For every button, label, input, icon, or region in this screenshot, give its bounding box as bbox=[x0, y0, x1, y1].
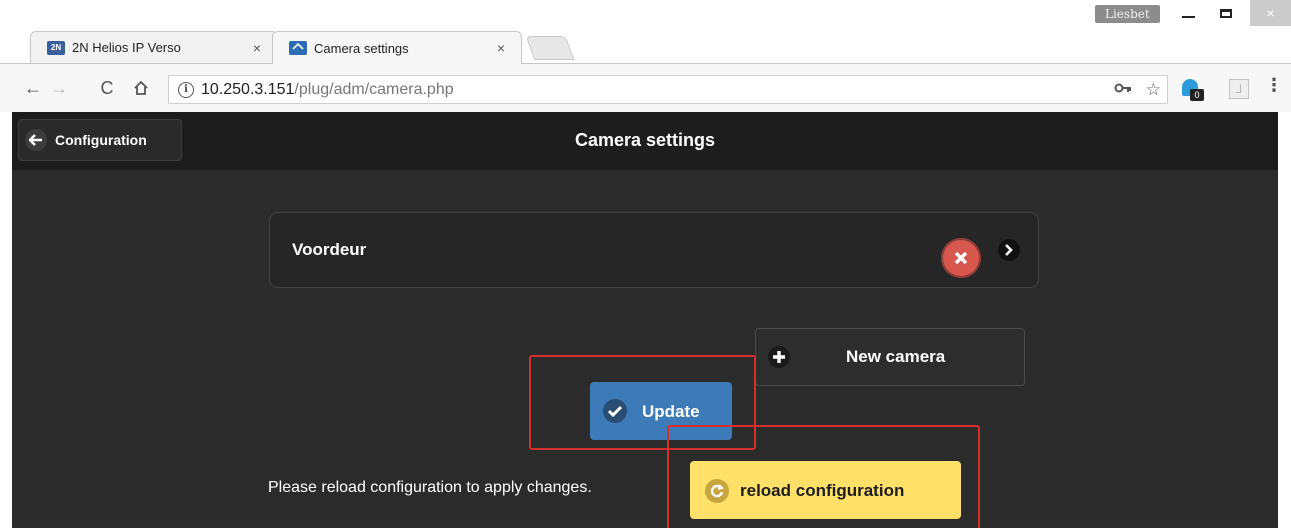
app-page: Configuration Camera settings Voordeur N… bbox=[12, 112, 1291, 528]
close-icon: × bbox=[1266, 5, 1275, 21]
tab-close-icon[interactable]: × bbox=[247, 40, 267, 56]
window-close-button[interactable]: × bbox=[1250, 0, 1291, 26]
app-header: Configuration Camera settings bbox=[12, 112, 1278, 170]
browser-toolbar: ← → C i 10.250.3.151/plug/adm/camera.php… bbox=[0, 63, 1291, 112]
url-path: /plug/adm/camera.php bbox=[294, 80, 454, 98]
profile-button[interactable]: Liesbet bbox=[1095, 5, 1160, 23]
forward-arrow-icon[interactable]: → bbox=[48, 77, 70, 99]
back-arrow-icon[interactable]: ← bbox=[22, 77, 44, 99]
minimize-button[interactable] bbox=[1170, 0, 1207, 26]
reload-icon[interactable]: C bbox=[96, 77, 118, 99]
extension-badge: 0 bbox=[1190, 89, 1204, 101]
key-icon[interactable] bbox=[1114, 80, 1132, 100]
camera-list-item[interactable]: Voordeur bbox=[269, 212, 1039, 288]
pdf-extension-icon[interactable]: ⅃ bbox=[1229, 77, 1251, 99]
browser-menu-icon[interactable]: ⋮ bbox=[1265, 75, 1283, 96]
page-title: Camera settings bbox=[574, 130, 716, 150]
page-right-margin bbox=[1278, 112, 1291, 528]
star-icon[interactable]: ☆ bbox=[1146, 80, 1161, 100]
new-tab-button[interactable] bbox=[525, 36, 575, 60]
info-icon[interactable]: i bbox=[178, 81, 194, 98]
camera-name: Voordeur bbox=[292, 240, 367, 259]
tab-title: Camera settings bbox=[314, 40, 409, 56]
url-host: 10.250.3.151 bbox=[201, 80, 295, 98]
ghostery-extension-icon[interactable]: 0 bbox=[1180, 77, 1204, 101]
home-favicon-icon bbox=[289, 41, 307, 55]
address-bar[interactable]: i 10.250.3.151/plug/adm/camera.php ☆ bbox=[168, 75, 1168, 104]
tab-2n-helios[interactable]: 2N 2N Helios IP Verso × bbox=[30, 31, 278, 63]
maximize-button[interactable] bbox=[1207, 0, 1244, 26]
maximize-icon bbox=[1219, 8, 1232, 18]
new-camera-label: New camera bbox=[846, 347, 946, 366]
tab-title: 2N Helios IP Verso bbox=[72, 40, 181, 55]
delete-icon[interactable] bbox=[941, 238, 981, 278]
page-left-margin bbox=[0, 112, 12, 528]
tab-close-icon[interactable]: × bbox=[491, 40, 511, 56]
chevron-right-icon[interactable] bbox=[998, 239, 1020, 261]
plus-icon bbox=[768, 346, 790, 368]
minimize-icon bbox=[1182, 16, 1195, 18]
new-camera-button[interactable]: New camera bbox=[755, 328, 1025, 386]
reload-highlight-box bbox=[667, 425, 980, 528]
2n-logo-icon: 2N bbox=[47, 40, 65, 55]
reload-message: Please reload configuration to apply cha… bbox=[268, 479, 592, 496]
home-icon[interactable] bbox=[130, 77, 152, 99]
tab-camera-settings[interactable]: Camera settings × bbox=[272, 31, 522, 64]
pdf-icon: ⅃ bbox=[1229, 79, 1249, 99]
